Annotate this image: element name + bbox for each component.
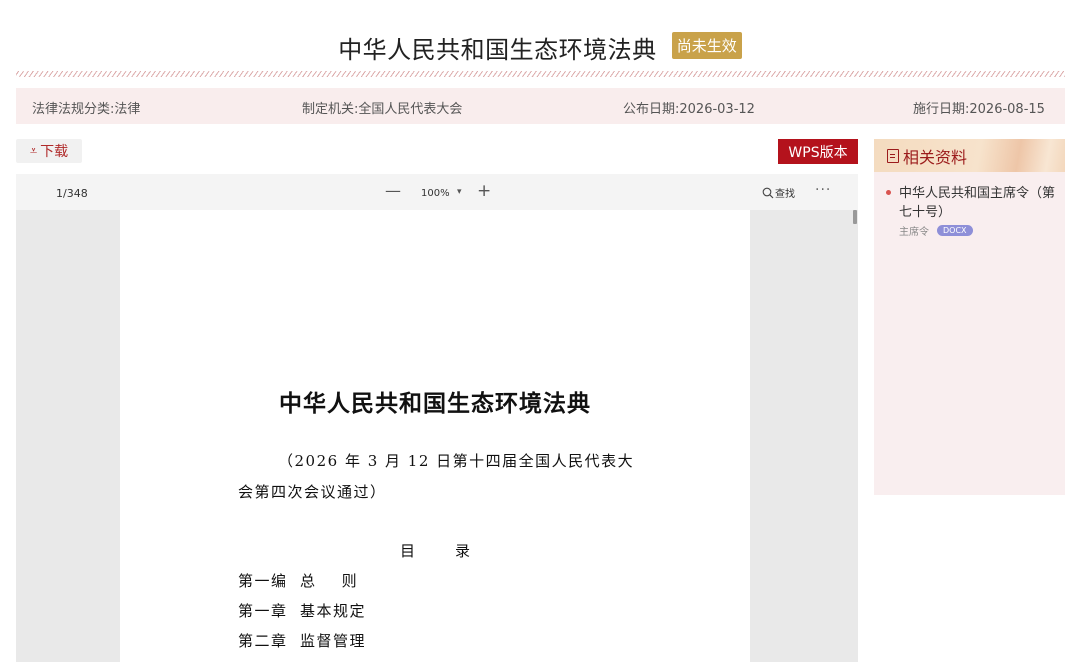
toc-item: 第一编 总 则 [238,572,359,590]
document-subtitle: （2026 年 3 月 12 日第十四届全国人民代表大会第四次会议通过） [238,452,635,501]
zoom-dropdown-icon[interactable]: ▾ [457,187,462,197]
document-title: 中华人民共和国生态环境法典 [279,390,591,417]
zoom-level[interactable]: 100% [421,188,450,199]
status-badge: 尚未生效 [671,32,742,59]
page-indicator: 1/348 [56,187,88,200]
related-header: 相关资料 [874,139,1065,172]
meta-publish-value: 2026-03-12 [679,102,755,117]
page-title: 中华人民共和国生态环境法典 [338,36,657,64]
related-item[interactable]: 中华人民共和国主席令（第七十号） 主席令 DOCX [886,184,1056,238]
decorative-divider [16,71,1065,77]
wps-version-button[interactable]: WPS版本 [778,139,858,164]
toc-item: 第一章 基本规定 [238,602,367,620]
download-label: 下载 [40,144,69,160]
meta-bar: 法律法规分类:法律 制定机关:全国人民代表大会 公布日期:2026-03-12 … [16,88,1065,124]
search-icon [762,187,774,198]
meta-publish-date: 公布日期:2026-03-12 [623,98,755,117]
bullet-icon [886,190,891,195]
meta-category-value: 法律 [114,102,141,117]
meta-effective-date: 施行日期:2026-08-15 [913,98,1045,117]
document-icon [887,148,899,163]
meta-effective-label: 施行日期: [913,102,970,117]
related-item-meta: 主席令 DOCX [886,223,1056,238]
toc-heading: 目录 [399,542,510,560]
meta-authority-value: 全国人民代表大会 [358,102,463,117]
document-viewer[interactable]: 1/348 — 100% ▾ + 查找 ··· 中华人民共和国生态环境法典 （2… [16,174,858,662]
docx-badge: DOCX [937,225,973,236]
related-item-title[interactable]: 中华人民共和国主席令（第七十号） [886,184,1056,222]
title-row: 中华人民共和国生态环境法典 尚未生效 [0,30,1080,65]
zoom-in-button[interactable]: + [477,183,491,200]
viewer-toolbar: 1/348 — 100% ▾ + 查找 ··· [16,174,858,210]
document-page: 中华人民共和国生态环境法典 （2026 年 3 月 12 日第十四届全国人民代表… [120,210,750,662]
download-button[interactable]: ⩡ 下载 [16,139,82,163]
zoom-out-button[interactable]: — [385,183,401,199]
meta-authority-label: 制定机关: [302,102,359,117]
meta-authority: 制定机关:全国人民代表大会 [302,98,462,117]
search-button[interactable]: 查找 [762,185,795,200]
download-icon: ⩡ [29,143,38,159]
search-label: 查找 [775,189,795,200]
meta-effective-value: 2026-08-15 [969,102,1045,117]
meta-publish-label: 公布日期: [623,102,680,117]
related-item-type: 主席令 [899,227,929,238]
more-options-icon[interactable]: ··· [815,182,831,198]
meta-category-label: 法律法规分类: [32,102,115,117]
toc-item: 第二章 监督管理 [238,632,367,650]
viewer-scrollbar[interactable] [853,210,857,224]
related-panel: 相关资料 中华人民共和国主席令（第七十号） 主席令 DOCX [874,139,1065,495]
related-header-label: 相关资料 [903,147,968,167]
meta-category: 法律法规分类:法律 [32,98,140,117]
